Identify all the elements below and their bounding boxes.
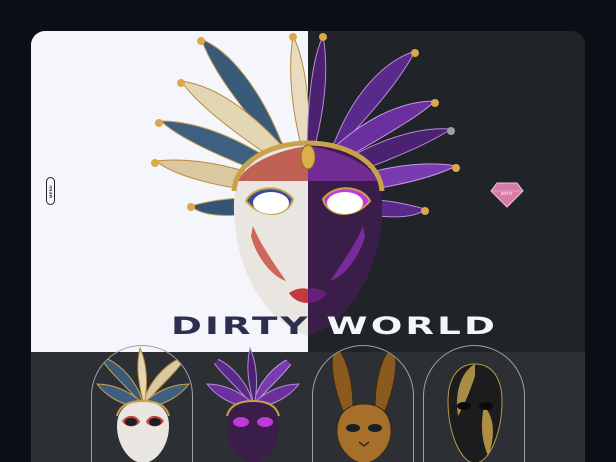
menu-button[interactable]: MENU: [46, 177, 55, 205]
mint-button[interactable]: MINT: [490, 179, 524, 209]
hero-section: MENU MINT DIRTY WORLD DIRTY WORLD: [31, 31, 585, 352]
gallery-item-jester-purple[interactable]: [201, 345, 303, 462]
gallery-item-rabbit[interactable]: [312, 345, 414, 462]
jester-mask-icon: [205, 346, 301, 462]
gallery-item-jester-blue[interactable]: [91, 345, 193, 462]
full-face-mask-icon: [447, 363, 503, 462]
gallery-item-black-gold[interactable]: [423, 345, 525, 462]
mask-face: [231, 140, 385, 336]
rabbit-mask-icon: [331, 346, 397, 462]
menu-label: MENU: [48, 184, 53, 198]
jester-mask-icon: [95, 346, 191, 462]
mint-label: MINT: [500, 191, 514, 196]
